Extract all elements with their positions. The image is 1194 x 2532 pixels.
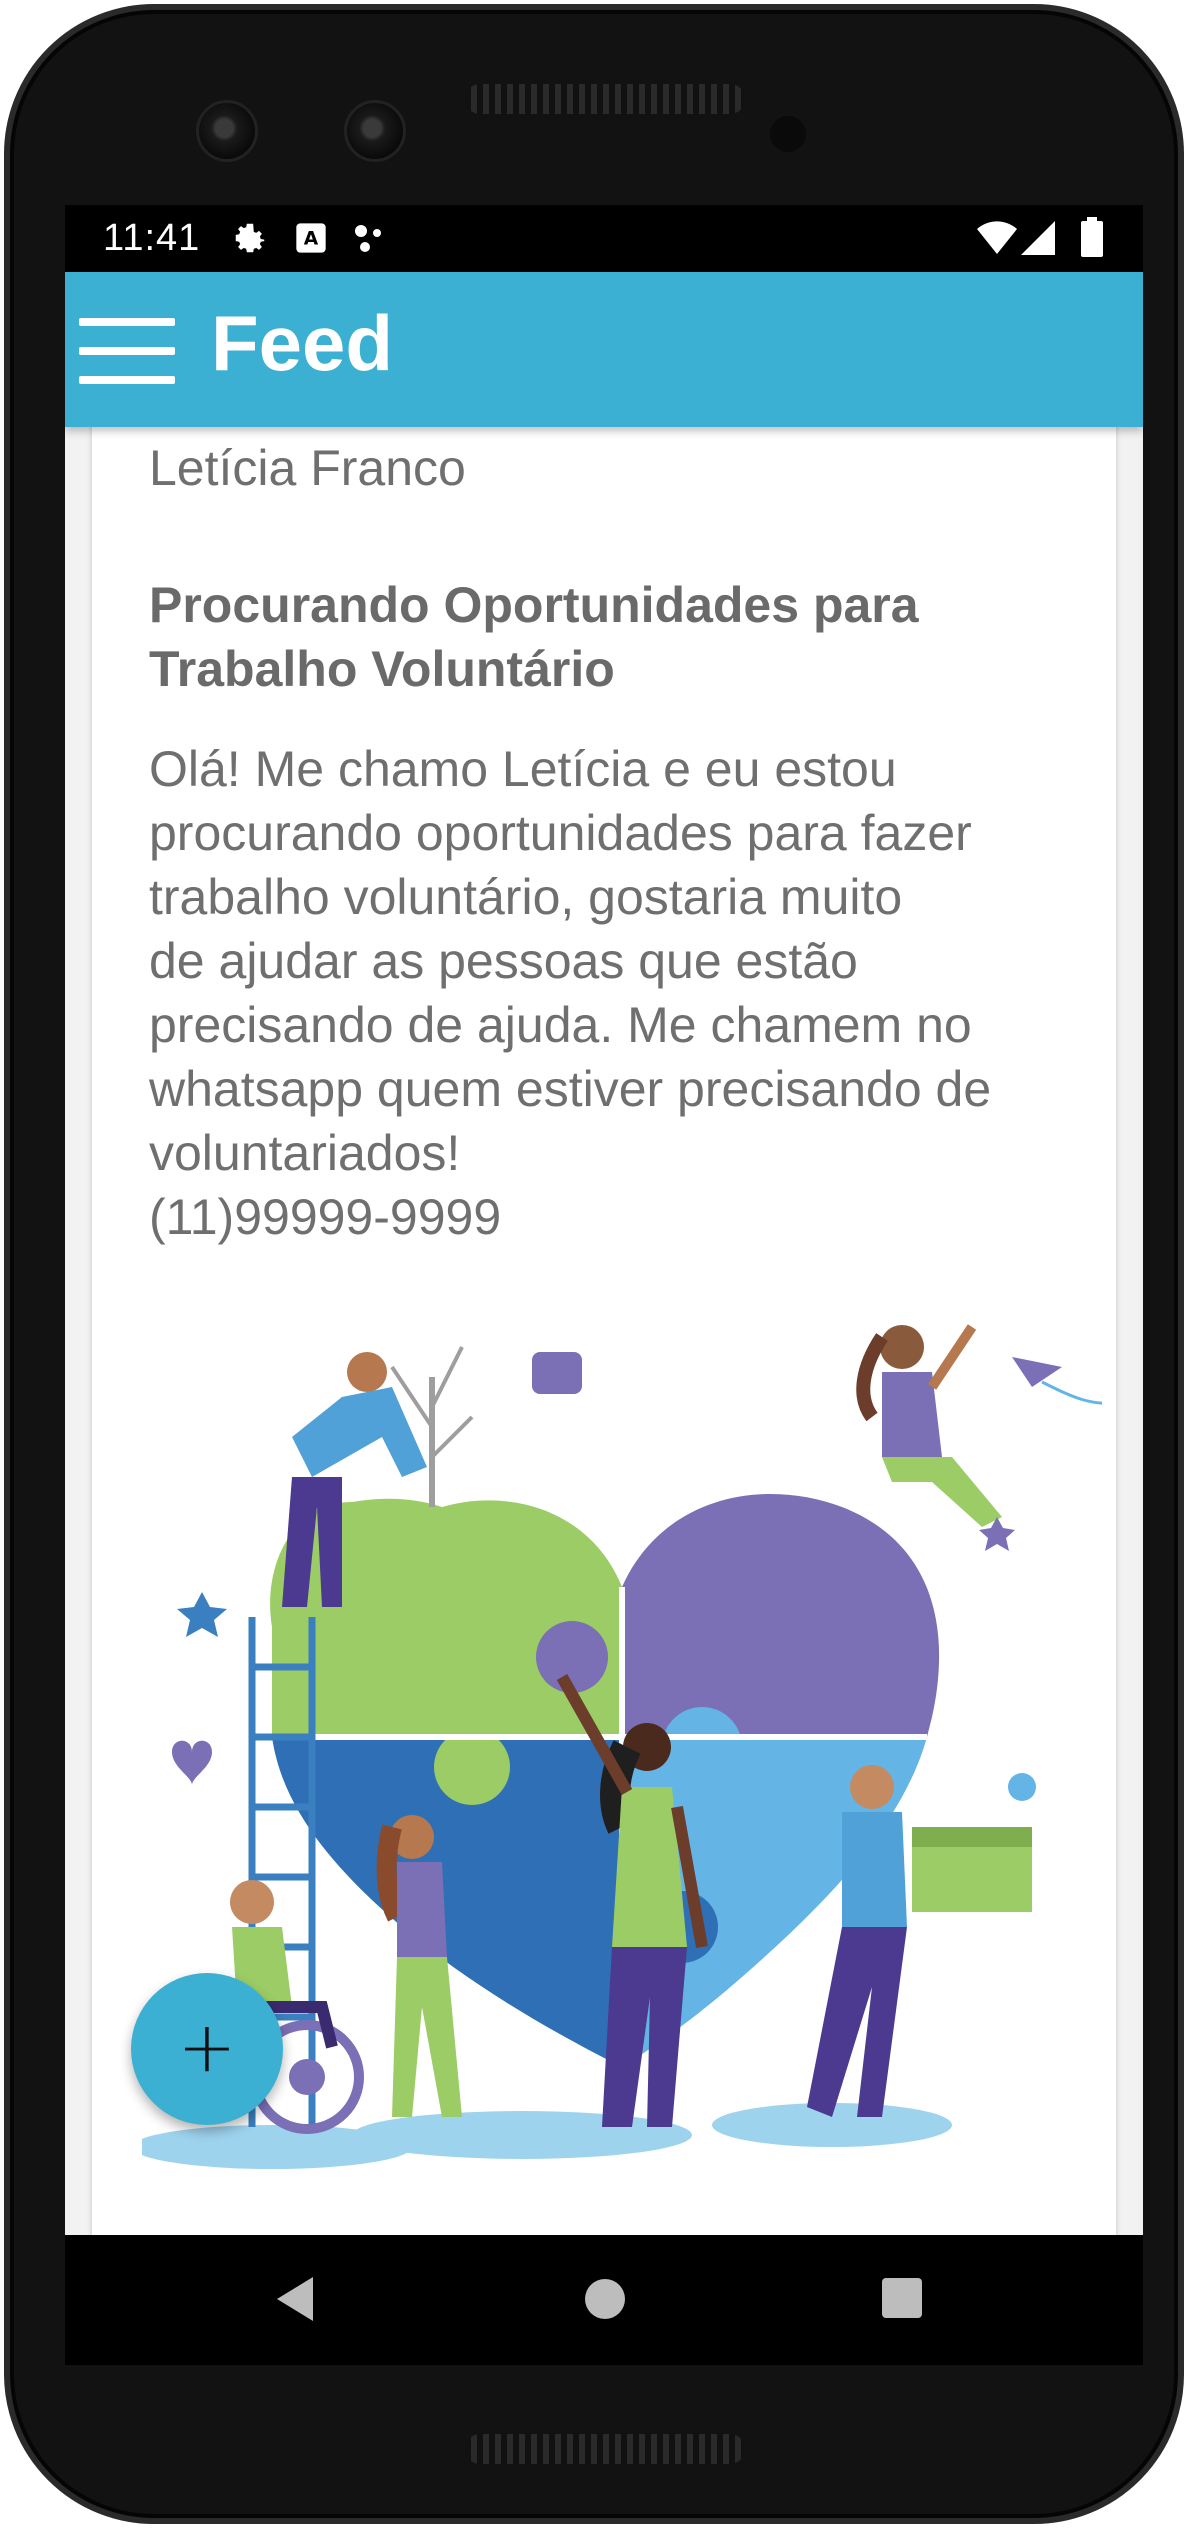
post-author: Letícia Franco bbox=[149, 440, 466, 496]
app-bar: Feed bbox=[65, 272, 1143, 427]
feed-list[interactable]: Letícia Franco Procurando Oportunidades … bbox=[65, 427, 1143, 2235]
signal-icon bbox=[1021, 221, 1055, 260]
system-nav-bar bbox=[65, 2235, 1143, 2365]
post-body: Olá! Me chamo Letícia e eu estou procura… bbox=[149, 741, 992, 1245]
volunteers-heart-puzzle-illustration bbox=[142, 1324, 1102, 2169]
post-card[interactable]: Letícia Franco Procurando Oportunidades … bbox=[92, 427, 1116, 2235]
screen: 11:41 A Feed Letícia Franco Procurando O… bbox=[65, 205, 1143, 2365]
svg-text:A: A bbox=[304, 229, 319, 250]
home-icon[interactable] bbox=[583, 2277, 627, 2326]
dots-icon bbox=[353, 223, 389, 260]
status-time: 11:41 bbox=[103, 217, 201, 259]
back-icon[interactable] bbox=[273, 2275, 317, 2328]
gear-icon bbox=[231, 219, 269, 262]
post-title: Procurando Oportunidades para Trabalho V… bbox=[149, 577, 919, 697]
front-camera-icon bbox=[196, 100, 258, 162]
add-icon: + bbox=[177, 2006, 237, 2088]
phone-frame: 11:41 A Feed Letícia Franco Procurando O… bbox=[4, 4, 1184, 2524]
recents-icon[interactable] bbox=[881, 2277, 923, 2324]
battery-icon bbox=[1081, 217, 1103, 262]
add-post-button[interactable]: + bbox=[131, 1973, 283, 2125]
a-accessibility-icon: A bbox=[295, 221, 327, 260]
earpiece-speaker bbox=[465, 84, 745, 114]
page-title: Feed bbox=[211, 299, 394, 387]
hamburger-menu-icon[interactable] bbox=[79, 318, 175, 384]
bottom-speaker bbox=[465, 2434, 745, 2464]
wifi-icon bbox=[977, 221, 1017, 260]
proximity-sensor bbox=[770, 116, 806, 152]
status-bar: 11:41 A bbox=[65, 205, 1143, 272]
front-camera-icon bbox=[344, 100, 406, 162]
